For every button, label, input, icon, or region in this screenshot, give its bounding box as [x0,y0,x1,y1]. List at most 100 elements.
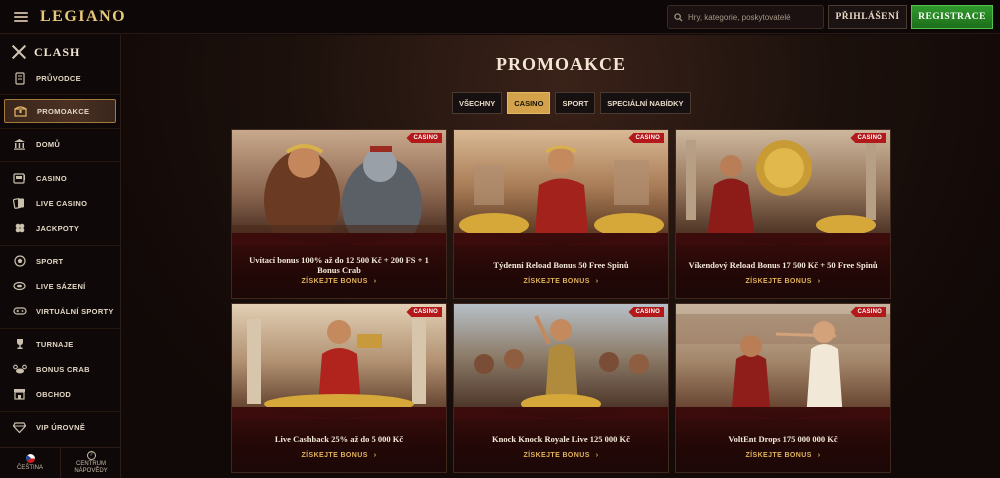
scroll-icon [12,71,27,86]
sidebar-item-label: LIVE CASINO [36,198,88,208]
help-icon: ? [86,451,96,460]
get-bonus-label: ZÍSKEJTE BONUS [745,452,812,459]
category-badge: CASINO [406,133,442,143]
diamond-icon [12,420,27,435]
treasure-chest-icon [13,104,28,119]
category-badge: CASINO [628,307,664,317]
promo-title: Víkendový Reload Bonus 17 500 Kč + 50 Fr… [688,260,878,270]
promo-image-gladiators [232,130,446,245]
menu-icon[interactable] [14,11,28,22]
sidebar-item-label: PROMOAKCE [37,106,90,116]
get-bonus-label: ZÍSKEJTE BONUS [523,278,590,285]
get-bonus-label: ZÍSKEJTE BONUS [523,452,590,459]
category-badge: CASINO [628,133,664,143]
register-button[interactable]: REGISTRACE [911,5,993,29]
filter-sport[interactable]: SPORT [555,92,596,114]
trophy-icon [12,337,27,352]
language-label: ČEŠTINA [16,465,43,471]
sidebar: CLASH PRŮVODCE PROMOAKCE DOMŮ CASINO LIV… [0,35,121,478]
divider [0,161,121,162]
category-badge: CASINO [406,307,442,317]
sidebar-item-tournaments[interactable]: TURNAJE [0,333,121,355]
logo[interactable]: LEGIANO [40,8,126,26]
sidebar-item-label: BONUS CRAB [36,364,90,374]
promo-card[interactable]: CASINO VoltEnt Drops 175 000 000 Kč ZÍSK… [675,303,891,473]
promo-card[interactable]: CASINO Víkendový Reload Bonus 17 500 Kč … [675,129,891,299]
get-bonus-link[interactable]: ZÍSKEJTE BONUS › [232,452,446,459]
divider [0,128,121,129]
cards-icon [12,196,27,211]
sidebar-item-casino[interactable]: CASINO [0,167,121,189]
divider [0,245,121,246]
chevron-right-icon: › [817,452,821,459]
get-bonus-link[interactable]: ZÍSKEJTE BONUS › [676,278,890,285]
promo-image-arena-crowning [676,304,890,419]
promo-image-emperor-coins [232,304,446,419]
main-content: PROMOAKCE VŠECHNY CASINO SPORT SPECIÁLNÍ… [122,35,1000,478]
promo-title: VoltEnt Drops 175 000 000 Kč [728,434,838,444]
live-stadium-icon [12,279,27,294]
promo-card[interactable]: CASINO Uvítací bonus 100% až do 12 500 K… [231,129,447,299]
slot-machine-icon [12,171,27,186]
sidebar-item-label: JACKPOTY [36,223,80,233]
clash-label: CLASH [34,44,81,59]
get-bonus-link[interactable]: ZÍSKEJTE BONUS › [676,452,890,459]
promo-title: Týdenní Reload Bonus 50 Free Spinů [493,260,629,270]
promo-title: Live Cashback 25% až do 5 000 Kč [274,434,404,444]
promo-image-crowd-emperor [454,304,668,419]
sidebar-item-promotions[interactable]: PROMOAKCE [4,99,116,123]
sidebar-item-label: OBCHOD [36,389,72,399]
sidebar-item-live-betting[interactable]: LIVE SÁZENÍ [0,275,121,297]
sidebar-item-live-casino[interactable]: LIVE CASINO [0,192,121,214]
promo-card[interactable]: CASINO Live Cashback 25% až do 5 000 Kč … [231,303,447,473]
temple-icon [12,137,27,152]
page-title: PROMOAKCE [496,54,626,74]
promo-image-emperor-gold [454,130,668,245]
sidebar-item-label: PRŮVODCE [36,73,81,83]
sidebar-item-home[interactable]: DOMŮ [0,133,121,155]
sidebar-item-sport[interactable]: SPORT [0,250,121,272]
filter-casino[interactable]: CASINO [507,92,551,114]
promo-card[interactable]: CASINO Týdenní Reload Bonus 50 Free Spin… [453,129,669,299]
promo-card[interactable]: CASINO Knock Knock Royale Live 125 000 K… [453,303,669,473]
filter-all[interactable]: VŠECHNY [452,92,503,114]
search-input[interactable] [688,12,823,22]
help-center-link[interactable]: ? CENTRUM NÁPOVĚDY [60,448,121,478]
get-bonus-label: ZÍSKEJTE BONUS [301,452,368,459]
sidebar-item-virtual-sports[interactable]: VIRTUÁLNÍ SPORTY [0,300,121,322]
divider [0,328,121,329]
get-bonus-link[interactable]: ZÍSKEJTE BONUS › [454,278,668,285]
language-selector[interactable]: ČEŠTINA [0,448,60,478]
shop-icon [12,387,27,402]
divider [0,411,121,412]
sidebar-item-bonus-crab[interactable]: BONUS CRAB [0,358,121,380]
clash-link[interactable]: CLASH [10,43,80,61]
filter-tabs: VŠECHNY CASINO SPORT SPECIÁLNÍ NABÍDKY [452,92,696,114]
sidebar-item-label: VIRTUÁLNÍ SPORTY [36,306,114,316]
search-box[interactable] [667,5,824,29]
sidebar-item-shop[interactable]: OBCHOD [0,383,121,405]
promo-grid: CASINO Uvítací bonus 100% až do 12 500 K… [231,129,894,473]
chevron-right-icon: › [817,278,821,285]
category-badge: CASINO [850,307,886,317]
filter-special-offers[interactable]: SPECIÁLNÍ NABÍDKY [600,92,691,114]
promo-title: Knock Knock Royale Live 125 000 Kč [492,434,630,444]
get-bonus-label: ZÍSKEJTE BONUS [745,278,812,285]
promo-title: Uvítací bonus 100% až do 12 500 Kč + 200… [249,255,429,275]
promo-image-golden-shield [676,130,890,245]
login-button[interactable]: PŘIHLÁŠENÍ [828,5,907,29]
help-label-line2: NÁPOVĚDY [74,468,108,474]
crab-icon [12,362,27,377]
sidebar-item-guide[interactable]: PRŮVODCE [0,67,121,89]
sidebar-item-vip-levels[interactable]: VIP ÚROVNĚ [0,416,121,438]
sidebar-item-jackpots[interactable]: JACKPOTY [0,217,121,239]
get-bonus-link[interactable]: ZÍSKEJTE BONUS › [454,452,668,459]
divider [0,94,121,95]
get-bonus-link[interactable]: ZÍSKEJTE BONUS › [232,278,446,285]
crossed-swords-icon [10,43,28,61]
chevron-right-icon: › [595,278,599,285]
czech-flag-icon [25,454,35,463]
ball-icon [12,254,27,269]
category-badge: CASINO [850,133,886,143]
sidebar-item-label: CASINO [36,173,67,183]
